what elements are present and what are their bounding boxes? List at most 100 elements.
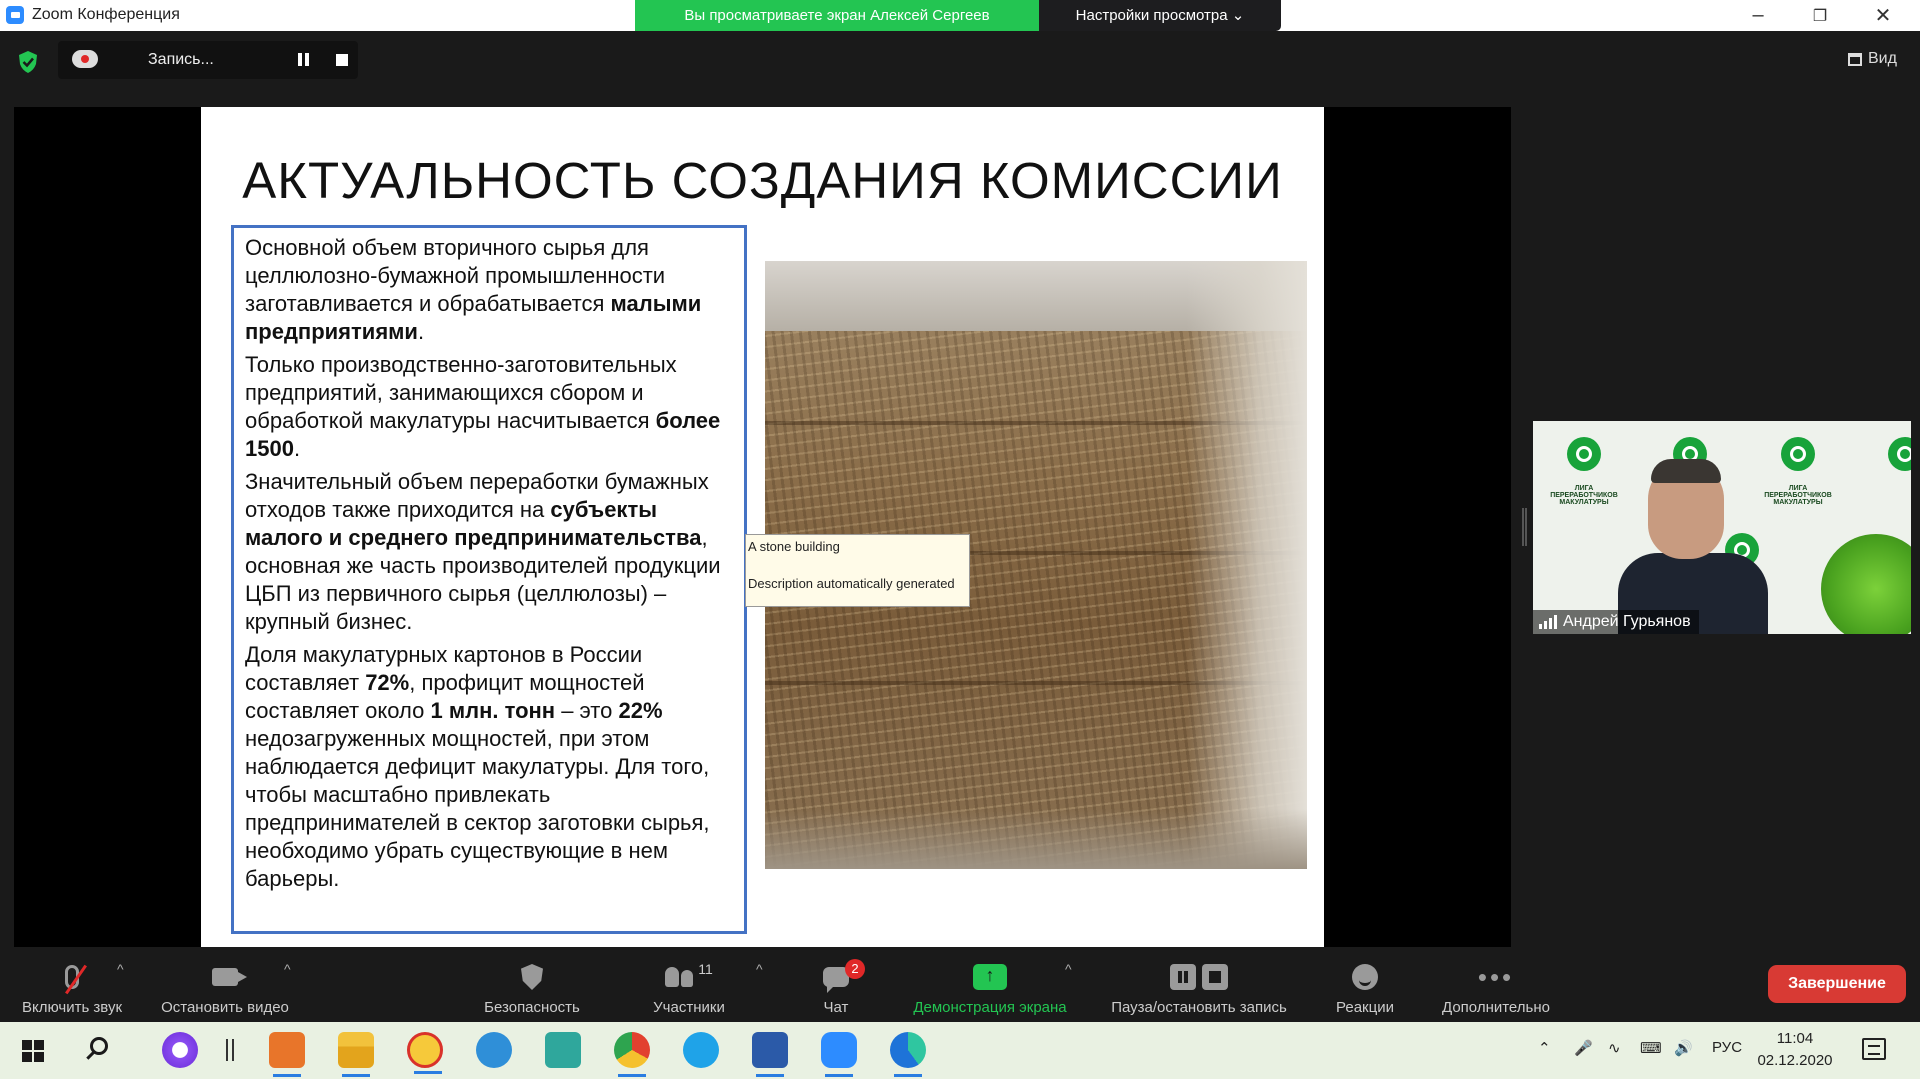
unmute-label: Включить звук — [21, 999, 123, 1016]
zoom-icon[interactable] — [821, 1032, 857, 1077]
security-label: Безопасность — [484, 999, 580, 1016]
presentation-slide: АКТУАЛЬНОСТЬ СОЗДАНИЯ КОМИССИИ Основной … — [201, 107, 1324, 947]
recording-indicator: Запись... — [58, 41, 358, 79]
minimize-icon[interactable]: – — [1735, 0, 1781, 31]
share-screen-icon — [973, 964, 1007, 990]
language-indicator[interactable]: РУС — [1712, 1039, 1742, 1056]
outlook-icon[interactable] — [269, 1032, 305, 1077]
volume-icon[interactable]: 🔊 — [1674, 1039, 1693, 1057]
slide-title: АКТУАЛЬНОСТЬ СОЗДАНИЯ КОМИССИИ — [242, 152, 1283, 209]
participant-name: Андрей Гурьянов — [1563, 613, 1691, 630]
reactions-button[interactable]: Реакции — [1330, 947, 1400, 1022]
pause-recording-icon[interactable] — [298, 53, 312, 67]
more-button[interactable]: ••• Дополнительно — [1433, 947, 1559, 1022]
notifications-icon[interactable] — [1862, 1038, 1886, 1060]
clock-time: 11:04 — [1776, 1030, 1814, 1047]
chat-label: Чат — [823, 999, 849, 1016]
stop-video-label: Остановить видео — [161, 999, 289, 1016]
chevron-down-icon: ⌄ — [1231, 7, 1245, 24]
more-label: Дополнительно — [1442, 999, 1550, 1016]
screen-share-banner: Вы просматриваете экран Алексей Сергеев — [635, 0, 1039, 31]
pause-stop-recording-label: Пауза/остановить запись — [1111, 999, 1287, 1016]
task-view-icon[interactable] — [226, 1039, 234, 1061]
stop-recording-icon[interactable] — [336, 54, 348, 66]
share-screen-button[interactable]: Демонстрация экрана — [900, 947, 1080, 1022]
security-shield-icon — [521, 964, 543, 990]
participant-video-tile[interactable]: ЛИГА ПЕРЕРАБОТЧИКОВ МАКУЛАТУРЫ ЛИГА ПЕРЕ… — [1533, 421, 1911, 634]
windows-start-icon[interactable] — [22, 1040, 44, 1062]
zoom-logo-icon — [6, 6, 24, 24]
meeting-controls-bar: Включить звук ^ Остановить видео ^ Безоп… — [0, 947, 1920, 1022]
restore-icon[interactable]: ❐ — [1797, 0, 1843, 31]
edge-icon[interactable] — [890, 1032, 926, 1077]
league-logo-icon — [1567, 437, 1601, 471]
share-screen-label: Демонстрация экрана — [913, 999, 1067, 1016]
video-options-caret[interactable]: ^ — [284, 961, 291, 977]
tooltip-line-1: A stone building — [748, 539, 840, 554]
chrome-icon[interactable] — [614, 1032, 650, 1077]
view-button[interactable]: Вид — [1848, 50, 1897, 68]
video-camera-icon — [212, 968, 247, 986]
more-dots-icon: ••• — [1477, 962, 1515, 992]
panel-resize-handle[interactable] — [1522, 508, 1527, 546]
slide-text-box: Основной объем вторичного сырья для целл… — [231, 225, 747, 934]
slide-paragraph-1: Основной объем вторичного сырья для целл… — [245, 235, 702, 344]
windows-taskbar: ⌃ 🎤 ∿ ⌨ 🔊 РУС 11:04 02.12.2020 — [0, 1022, 1920, 1079]
slide-paragraph-3: Значительный объем переработки бумажных … — [245, 469, 721, 634]
photo-viewer-icon[interactable] — [545, 1032, 581, 1068]
league-logo-caption: ЛИГА ПЕРЕРАБОТЧИКОВ МАКУЛАТУРЫ — [1550, 485, 1618, 506]
unmute-button[interactable]: Включить звук — [12, 947, 132, 1022]
microphone-muted-icon — [65, 965, 79, 989]
signal-strength-icon — [1539, 615, 1557, 629]
window-title-bar: Zoom Конференция Вы просматриваете экран… — [0, 0, 1920, 31]
audio-options-caret[interactable]: ^ — [117, 961, 124, 977]
window-title: Zoom Конференция — [32, 6, 180, 23]
clock-date: 02.12.2020 — [1757, 1052, 1833, 1069]
league-logo-caption: ЛИГА ПЕРЕРАБОТЧИКОВ МАКУЛАТУРЫ — [1764, 485, 1832, 506]
participants-label: Участники — [653, 999, 725, 1016]
network-icon[interactable]: ∿ — [1608, 1039, 1621, 1057]
league-logo-icon — [1781, 437, 1815, 471]
participants-options-caret[interactable]: ^ — [756, 961, 763, 977]
slide-paragraph-4: Доля макулатурных картонов в России сост… — [245, 642, 710, 891]
stop-video-button[interactable]: Остановить видео — [150, 947, 300, 1022]
image-alt-tooltip: A stone building Description automatical… — [745, 534, 970, 607]
pause-stop-icon — [1170, 964, 1228, 990]
participants-count: 11 — [698, 961, 713, 977]
cortana-icon[interactable] — [162, 1032, 198, 1068]
app-title: Zoom Конференция — [6, 6, 180, 24]
league-logo-icon — [1888, 437, 1911, 471]
participants-button[interactable]: 11 Участники — [641, 947, 737, 1022]
view-options-button[interactable]: Настройки просмотра ⌄ — [1039, 0, 1281, 31]
view-label: Вид — [1868, 50, 1897, 67]
share-options-caret[interactable]: ^ — [1065, 961, 1072, 977]
chat-button[interactable]: 2 Чат — [812, 947, 865, 1022]
security-button[interactable]: Безопасность — [475, 947, 589, 1022]
skype-icon[interactable] — [683, 1032, 719, 1068]
chat-unread-badge: 2 — [845, 959, 865, 979]
taskbar-clock[interactable]: 11:04 02.12.2020 — [1755, 1028, 1835, 1072]
close-icon[interactable]: ✕ — [1860, 0, 1906, 31]
1c-icon[interactable] — [407, 1032, 443, 1074]
grid-view-icon — [1848, 52, 1862, 66]
participants-icon — [665, 967, 694, 987]
microphone-icon[interactable]: 🎤 — [1574, 1039, 1593, 1057]
reactions-label: Реакции — [1336, 999, 1394, 1016]
keyboard-icon[interactable]: ⌨ — [1640, 1039, 1662, 1057]
plant-decoration — [1821, 534, 1911, 634]
recording-label: Запись... — [148, 51, 214, 68]
pause-stop-recording-button[interactable]: Пауза/остановить запись — [1098, 947, 1300, 1022]
slide-paragraph-2: Только производственно-заготовительных п… — [245, 352, 721, 461]
word-icon[interactable] — [752, 1032, 788, 1077]
cloud-record-icon — [72, 50, 98, 68]
tooltip-line-2: Description automatically generated — [748, 576, 955, 591]
file-explorer-icon[interactable] — [338, 1032, 374, 1077]
chevron-up-icon[interactable]: ⌃ — [1538, 1039, 1551, 1057]
participant-person — [1618, 459, 1768, 634]
chat-icon: 2 — [823, 959, 865, 993]
end-meeting-button[interactable]: Завершение — [1768, 965, 1906, 1003]
reactions-smiley-icon — [1352, 964, 1378, 990]
encryption-shield-icon[interactable] — [17, 50, 39, 74]
search-icon[interactable] — [90, 1037, 108, 1055]
internet-explorer-icon[interactable] — [476, 1032, 512, 1068]
